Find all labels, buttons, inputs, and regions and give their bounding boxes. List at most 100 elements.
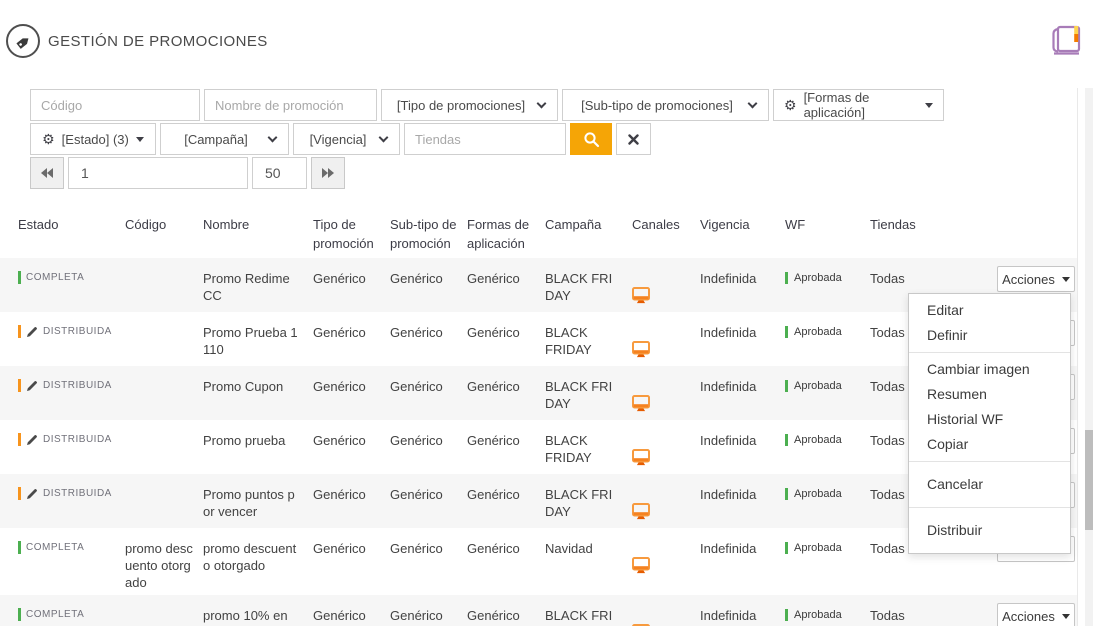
clear-filters-button[interactable] bbox=[616, 123, 651, 155]
menu-item-distribuir[interactable]: Distribuir bbox=[909, 518, 1070, 543]
formas-aplicacion-cell: Genérico bbox=[467, 420, 545, 474]
nombre-promocion-input[interactable] bbox=[204, 89, 377, 121]
estado-dropdown-button[interactable]: ⚙ [Estado] (3) bbox=[30, 123, 156, 155]
campana-select[interactable]: [Campaña] bbox=[160, 123, 289, 155]
menu-item-resumen[interactable]: Resumen bbox=[909, 382, 1070, 407]
campana-cell: BLACK FRI DAY bbox=[545, 366, 632, 420]
estado-cell: DISTRIBUIDA bbox=[18, 366, 125, 397]
column-header-7: Canales bbox=[632, 215, 700, 253]
tipo-promocion-cell: Genérico bbox=[313, 366, 390, 420]
page-number-input[interactable] bbox=[68, 157, 248, 189]
menu-item-historial-wf[interactable]: Historial WF bbox=[909, 407, 1070, 432]
tipo-promocion-cell: Genérico bbox=[313, 474, 390, 528]
canales-cell bbox=[632, 366, 700, 420]
canales-cell bbox=[632, 595, 700, 626]
column-header-2: Nombre bbox=[203, 215, 313, 253]
tipo-promocion-cell: Genérico bbox=[313, 420, 390, 474]
campana-cell: Navidad bbox=[545, 528, 632, 595]
tipo-promociones-select[interactable]: [Tipo de promociones] bbox=[381, 89, 558, 121]
formas-aplicacion-dropdown-button[interactable]: ⚙ [Formas de aplicación] bbox=[773, 89, 944, 121]
acciones-cell: Acciones bbox=[985, 595, 1077, 626]
tipo-promocion-cell: Genérico bbox=[313, 528, 390, 595]
estado-label: COMPLETA bbox=[26, 272, 84, 283]
wf-cell: Aprobada bbox=[785, 366, 870, 397]
nombre-cell: Promo prueba bbox=[203, 420, 313, 474]
subtipo-promociones-select[interactable]: [Sub-tipo de promociones] bbox=[562, 89, 769, 121]
search-icon bbox=[583, 131, 600, 148]
vigencia-cell: Indefinida bbox=[700, 312, 785, 366]
book-icon[interactable] bbox=[1048, 22, 1086, 65]
tiendas-input[interactable] bbox=[404, 123, 566, 155]
monitor-icon bbox=[632, 503, 650, 520]
wf-label: Aprobada bbox=[794, 272, 842, 284]
nombre-cell: Promo Prueba 1 110 bbox=[203, 312, 313, 366]
table-row: COMPLETA promo 10% en marca cocacola (14… bbox=[0, 595, 1077, 626]
menu-item-definir[interactable]: Definir bbox=[909, 323, 1070, 348]
estado-status-bar bbox=[18, 541, 21, 554]
estado-cell: COMPLETA bbox=[18, 258, 125, 289]
vigencia-cell: Indefinida bbox=[700, 528, 785, 595]
menu-item-copiar[interactable]: Copiar bbox=[909, 432, 1070, 457]
canales-cell bbox=[632, 420, 700, 474]
estado-status-bar bbox=[18, 433, 21, 446]
estado-cell: DISTRIBUIDA bbox=[18, 312, 125, 343]
pencil-icon bbox=[26, 326, 38, 338]
wf-cell: Aprobada bbox=[785, 312, 870, 343]
acciones-menu-group-0: EditarDefinir bbox=[909, 294, 1070, 352]
menu-item-editar[interactable]: Editar bbox=[909, 298, 1070, 323]
chevron-down-icon bbox=[379, 132, 389, 142]
column-header-8: Vigencia bbox=[700, 215, 785, 253]
wf-status-bar bbox=[785, 488, 788, 500]
content-right-border bbox=[1077, 88, 1078, 626]
search-button[interactable] bbox=[570, 123, 612, 155]
codigo-cell bbox=[125, 595, 203, 626]
monitor-icon bbox=[632, 395, 650, 412]
pencil-icon bbox=[26, 434, 38, 446]
promotions-table: EstadoCódigoNombreTipo de promociónSub-t… bbox=[0, 215, 1077, 253]
estado-status-bar bbox=[18, 325, 21, 338]
menu-item-cambiar-imagen[interactable]: Cambiar imagen bbox=[909, 357, 1070, 382]
next-page-button[interactable] bbox=[311, 157, 345, 189]
acciones-button[interactable]: Acciones bbox=[997, 266, 1075, 292]
tipo-promocion-cell: Genérico bbox=[313, 312, 390, 366]
wf-label: Aprobada bbox=[794, 434, 842, 446]
tipo-promocion-cell: Genérico bbox=[313, 595, 390, 626]
formas-aplicacion-cell: Genérico bbox=[467, 258, 545, 312]
vertical-scrollbar[interactable] bbox=[1085, 88, 1093, 626]
page-header: GESTIÓN DE PROMOCIONES bbox=[6, 24, 268, 58]
estado-label: COMPLETA bbox=[26, 542, 84, 553]
codigo-cell bbox=[125, 474, 203, 528]
vigencia-select[interactable]: [Vigencia] bbox=[293, 123, 400, 155]
monitor-icon bbox=[632, 341, 650, 358]
subtipo-promocion-cell: Genérico bbox=[390, 312, 467, 366]
column-header-6: Campaña bbox=[545, 215, 632, 253]
subtipo-promocion-cell: Genérico bbox=[390, 258, 467, 312]
wf-cell: Aprobada bbox=[785, 595, 870, 626]
wf-label: Aprobada bbox=[794, 542, 842, 554]
scrollbar-thumb[interactable] bbox=[1085, 430, 1093, 530]
canales-cell bbox=[632, 258, 700, 312]
caret-down-icon bbox=[136, 137, 144, 142]
wf-status-bar bbox=[785, 272, 788, 284]
page-size-input[interactable] bbox=[252, 157, 307, 189]
first-page-button[interactable] bbox=[30, 157, 64, 189]
wf-status-bar bbox=[785, 609, 788, 621]
wf-label: Aprobada bbox=[794, 326, 842, 338]
caret-down-icon bbox=[925, 103, 933, 108]
canales-cell bbox=[632, 528, 700, 595]
codigo-input[interactable] bbox=[30, 89, 200, 121]
tipo-promocion-cell: Genérico bbox=[313, 258, 390, 312]
vigencia-cell: Indefinida bbox=[700, 420, 785, 474]
subtipo-promocion-cell: Genérico bbox=[390, 474, 467, 528]
promotions-page: GESTIÓN DE PROMOCIONES [Tipo de promocio… bbox=[0, 0, 1093, 626]
column-header-0: Estado bbox=[18, 215, 125, 253]
estado-cell: COMPLETA bbox=[18, 528, 125, 559]
campana-cell: BLACK FRI DAY bbox=[545, 595, 632, 626]
acciones-button[interactable]: Acciones bbox=[997, 603, 1075, 626]
menu-item-cancelar[interactable]: Cancelar bbox=[909, 472, 1070, 497]
nombre-cell: Promo Cupon bbox=[203, 366, 313, 420]
canales-cell bbox=[632, 474, 700, 528]
vigencia-cell: Indefinida bbox=[700, 595, 785, 626]
wf-label: Aprobada bbox=[794, 488, 842, 500]
wf-cell: Aprobada bbox=[785, 420, 870, 451]
